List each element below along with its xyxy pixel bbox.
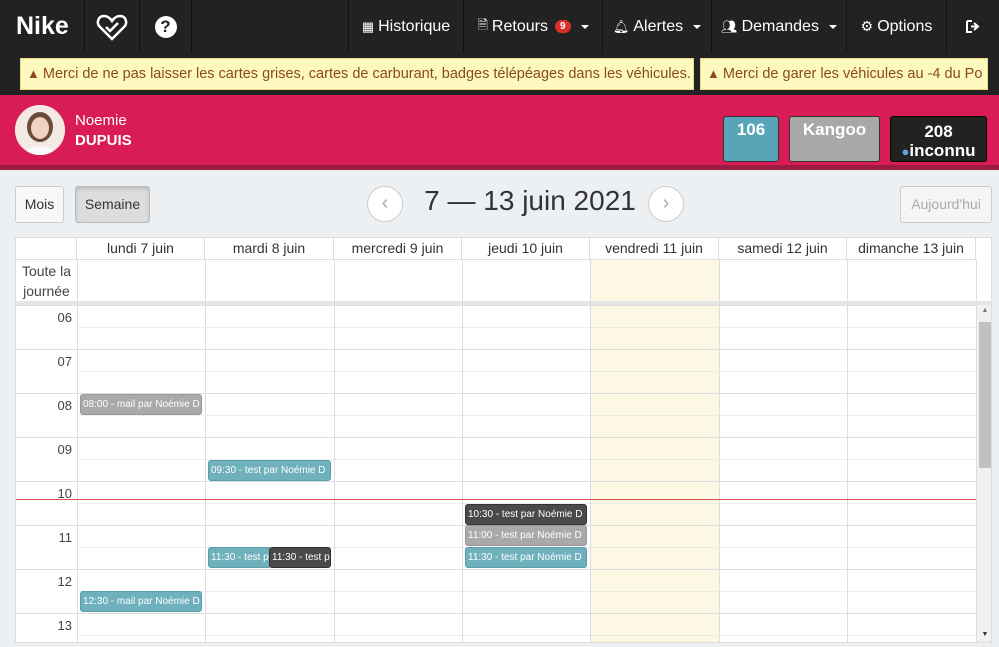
- vehicle-model-box[interactable]: Kangoo: [789, 116, 880, 162]
- chevron-left-icon: ‹: [381, 192, 389, 214]
- calendar-event[interactable]: 11:30 - test par Noémie D: [465, 547, 587, 568]
- day-header: dimanche 13 juin: [847, 238, 976, 260]
- next-week-button[interactable]: ›: [648, 186, 684, 222]
- calendar-event[interactable]: 11:30 - test p: [208, 547, 271, 568]
- scroll-up-icon[interactable]: ▲: [977, 305, 991, 317]
- allday-label: Toute la journée: [21, 263, 72, 299]
- help-icon[interactable]: ?: [140, 0, 192, 53]
- warning-icon: ▲: [707, 66, 720, 81]
- driver-first-name: Noemie: [75, 112, 127, 129]
- calendar-event[interactable]: 12:30 - mail par Noémie D: [80, 591, 202, 612]
- table-icon: ▦: [361, 18, 375, 34]
- day-header: mardi 8 juin: [205, 238, 334, 260]
- hour-label: 07: [57, 354, 72, 369]
- file-icon: 🗎: [477, 16, 488, 32]
- caret-down-icon: [693, 24, 702, 29]
- location-code: 208: [924, 122, 953, 141]
- top-navbar: Nike ? ▦ Historique 🗎 Retours 9 🔔︎ Alert…: [0, 0, 999, 53]
- location-box[interactable]: 208 ●inconnu: [890, 116, 987, 162]
- alert-documents: ▲ Merci de ne pas laisser les cartes gris…: [20, 58, 694, 90]
- nav-historique[interactable]: ▦ Historique: [348, 0, 463, 53]
- chevron-right-icon: ›: [662, 192, 670, 214]
- day-header: jeudi 10 juin: [462, 238, 590, 260]
- day-header: samedi 12 juin: [719, 238, 847, 260]
- today-button[interactable]: Aujourd'hui: [900, 186, 992, 223]
- alert-parking: ▲ Merci de garer les véhicules au -4 du P…: [700, 58, 988, 90]
- hour-label: 08: [57, 398, 72, 413]
- hour-label: 09: [57, 442, 72, 457]
- nav-alertes[interactable]: 🔔︎ Alertes: [602, 0, 711, 53]
- location-status: inconnu: [909, 141, 976, 160]
- avatar: [15, 105, 65, 155]
- hour-label: 06: [57, 310, 72, 325]
- calendar-event[interactable]: 10:30 - test par Noémie D: [465, 504, 587, 525]
- today-column: [590, 260, 719, 642]
- month-view-button[interactable]: Mois: [15, 186, 64, 223]
- nav-options[interactable]: ⚙ Options: [846, 0, 946, 53]
- week-view-button[interactable]: Semaine: [75, 186, 150, 223]
- prev-week-button[interactable]: ‹: [367, 186, 403, 222]
- calendar-event[interactable]: 11:00 - test par Noémie D: [465, 525, 587, 546]
- driver-last-name: DUPUIS: [75, 132, 132, 149]
- scroll-down-icon[interactable]: ▼: [977, 629, 991, 641]
- users-icon: 👥︎: [721, 18, 738, 34]
- hour-label: 11: [58, 530, 73, 545]
- week-calendar: lundi 7 juin mardi 8 juin mercredi 9 jui…: [15, 237, 992, 643]
- calendar-scrollbar[interactable]: ▲ ▼: [977, 305, 991, 642]
- day-header: lundi 7 juin: [77, 238, 205, 260]
- vehicle-number-box[interactable]: 106: [723, 116, 779, 162]
- logout-icon[interactable]: [946, 0, 999, 53]
- calendar-event[interactable]: 08:00 - mail par Noémie D: [80, 394, 202, 415]
- now-indicator: [16, 499, 976, 500]
- calendar-title: 7 — 13 juin 2021: [424, 185, 636, 216]
- driver-bar: Noemie DUPUIS 106 Kangoo 208 ●inconnu: [0, 95, 999, 170]
- day-header: vendredi 11 juin: [590, 238, 719, 260]
- caret-down-icon: [828, 24, 837, 29]
- hour-label: 12: [57, 574, 72, 589]
- caret-down-icon: [580, 24, 589, 29]
- brand-logo[interactable]: Nike: [0, 0, 85, 53]
- nav-retours[interactable]: 🗎 Retours 9: [463, 0, 602, 53]
- heart-hands-icon[interactable]: [85, 0, 140, 53]
- day-header: mercredi 9 juin: [334, 238, 462, 260]
- bell-icon: 🔔︎: [612, 18, 630, 34]
- retours-badge: 9: [554, 20, 571, 33]
- calendar-event[interactable]: 09:30 - test par Noémie D: [208, 460, 331, 481]
- hour-label: 13: [57, 618, 72, 633]
- alert-strip: ▲ Merci de ne pas laisser les cartes gris…: [0, 53, 999, 95]
- scrollbar-thumb[interactable]: [979, 322, 991, 468]
- warning-icon: ▲: [27, 66, 40, 81]
- nav-demandes[interactable]: 👥︎ Demandes: [711, 0, 846, 53]
- gear-icon: ⚙: [860, 18, 874, 34]
- calendar-event[interactable]: 11:30 - test p: [269, 547, 331, 568]
